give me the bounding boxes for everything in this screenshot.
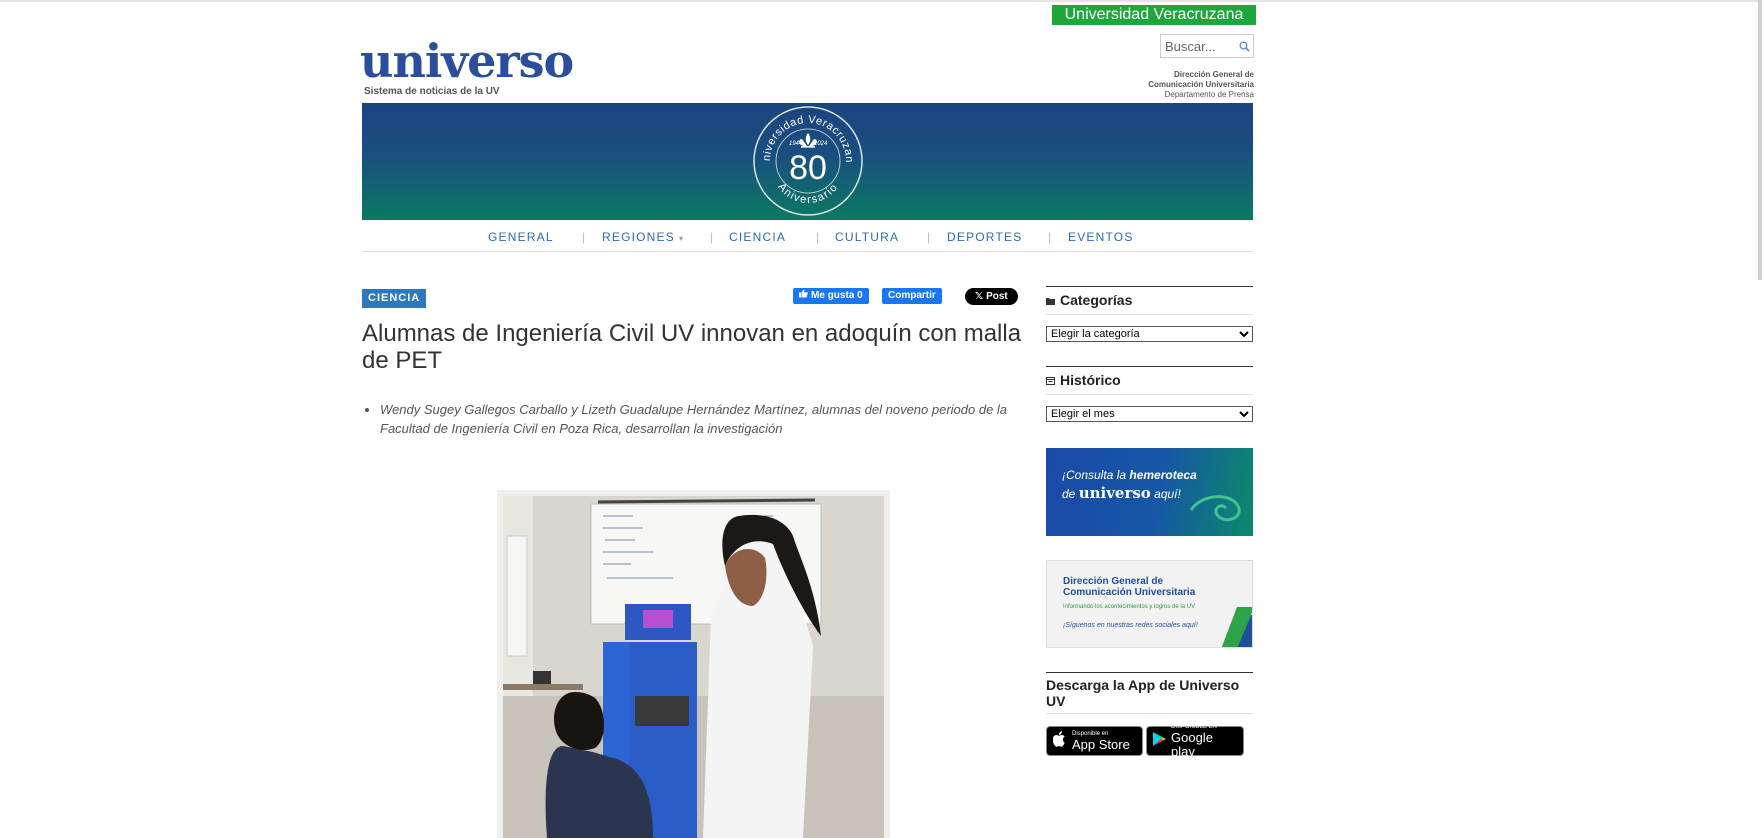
nav-separator: |	[710, 230, 714, 244]
search-icon[interactable]	[1235, 37, 1253, 55]
top-border	[0, 0, 1762, 2]
anniversary-seal: Universidad Veracruzana Aniversario 1944…	[752, 105, 863, 216]
search-input[interactable]	[1161, 38, 1235, 54]
nav-separator: |	[816, 230, 820, 244]
category-badge[interactable]: CIENCIA	[362, 289, 427, 308]
lab-photo-illustration	[503, 496, 884, 838]
dgcu-ad-line1: Dirección General de	[1063, 576, 1164, 587]
dgcu-ad-heading: Dirección General de Comunicación Univer…	[1063, 576, 1195, 598]
hemeroteca-line2-b: universo	[1078, 484, 1151, 502]
x-post-label: Post	[986, 291, 1008, 302]
x-post-button[interactable]: 𝕏 Post	[965, 288, 1018, 305]
thumbs-up-icon	[799, 288, 808, 304]
facebook-like-label: Me gusta 0	[811, 290, 863, 301]
nav-regiones-label: REGIONES	[602, 230, 675, 244]
anniversary-banner: Universidad Veracruzana Aniversario 1944…	[362, 103, 1253, 220]
dgcu-ad-cta: ¡Síguenos en nuestras redes sociales aqu…	[1063, 622, 1198, 629]
apple-icon	[1052, 730, 1067, 752]
categories-title: Categorías	[1060, 292, 1133, 308]
seal-year-left: 1944	[789, 141, 803, 147]
swirl-icon	[1189, 495, 1241, 522]
nav-ciencia[interactable]: CIENCIA	[729, 230, 786, 244]
categories-heading: Categorías	[1046, 286, 1253, 315]
facebook-like-button[interactable]: Me gusta 0	[793, 288, 869, 304]
nav-separator: |	[1048, 230, 1052, 244]
logo-wordmark: universo	[360, 34, 574, 88]
google-play-big: Google play	[1171, 729, 1213, 759]
dgcu-department-label: Dirección General de Comunicación Univer…	[1100, 70, 1254, 100]
categories-select[interactable]: Elegir la categoría	[1046, 326, 1253, 342]
main-nav: GENERAL | REGIONES ▾ | CIENCIA | CULTURA …	[362, 221, 1253, 252]
hemeroteca-text: ¡Consulta la hemeroteca de universo aquí…	[1062, 466, 1197, 503]
history-title: Histórico	[1060, 372, 1121, 388]
seal-year-right: 2024	[813, 141, 828, 147]
hemeroteca-line2-c: aquí!	[1150, 487, 1181, 501]
app-store-big: App Store	[1072, 736, 1130, 752]
play-triangle-icon	[1153, 731, 1166, 751]
dgcu-stripes-icon	[1221, 607, 1252, 647]
hemeroteca-ad[interactable]: ¡Consulta la hemeroteca de universo aquí…	[1046, 448, 1253, 536]
nav-regiones[interactable]: REGIONES ▾	[602, 230, 684, 244]
article-summary: Wendy Sugey Gallegos Carballo y Lizeth G…	[362, 400, 1035, 438]
dgcu-line-2: Comunicación Universitaria	[1148, 80, 1254, 89]
universidad-veracruzana-link[interactable]: Universidad Veracruzana	[1052, 5, 1256, 25]
x-logo-icon: 𝕏	[975, 291, 984, 302]
nav-cultura[interactable]: CULTURA	[835, 230, 899, 244]
universo-logo[interactable]: universo Sistema de noticias de la UV	[360, 34, 574, 97]
facebook-share-button[interactable]: Compartir	[882, 288, 942, 304]
calendar-icon	[1046, 372, 1055, 388]
hemeroteca-line1-a: ¡Consulta la	[1062, 468, 1130, 482]
google-play-button[interactable]: DISPONIBLE EN Google play	[1146, 724, 1244, 759]
dgcu-ad-sub: Informando los acontecimientos y logros …	[1063, 604, 1196, 610]
dgcu-social-ad[interactable]: Dirección General de Comunicación Univer…	[1046, 560, 1253, 648]
nav-deportes[interactable]: DEPORTES	[947, 230, 1022, 244]
app-store-button[interactable]: Disponible en App Store	[1046, 726, 1143, 756]
folder-icon	[1046, 292, 1055, 308]
history-heading: Histórico	[1046, 366, 1253, 395]
nav-separator: |	[582, 230, 586, 244]
search-box	[1160, 34, 1254, 58]
dgcu-ad-line2: Comunicación Universitaria	[1063, 587, 1196, 598]
dgcu-line-1: Dirección General de	[1173, 70, 1254, 79]
nav-general[interactable]: GENERAL	[488, 230, 554, 244]
history-select[interactable]: Elegir el mes	[1046, 406, 1253, 422]
app-download-heading: Descarga la App de Universo UV	[1046, 672, 1253, 714]
hemeroteca-line1-b: hemeroteca	[1129, 468, 1197, 482]
hemeroteca-line2-a: de	[1062, 487, 1079, 501]
nav-separator: |	[927, 230, 931, 244]
summary-item: Wendy Sugey Gallegos Carballo y Lizeth G…	[380, 400, 1035, 438]
dgcu-line-3: Departamento de Prensa	[1164, 90, 1254, 99]
article-title: Alumnas de Ingeniería Civil UV innovan e…	[362, 320, 1022, 374]
seal-number: 80	[789, 149, 827, 187]
chevron-down-icon: ▾	[678, 234, 685, 243]
article-photo[interactable]	[497, 490, 890, 838]
nav-eventos[interactable]: EVENTOS	[1068, 230, 1134, 244]
page-scrollbar[interactable]	[1758, 0, 1762, 280]
